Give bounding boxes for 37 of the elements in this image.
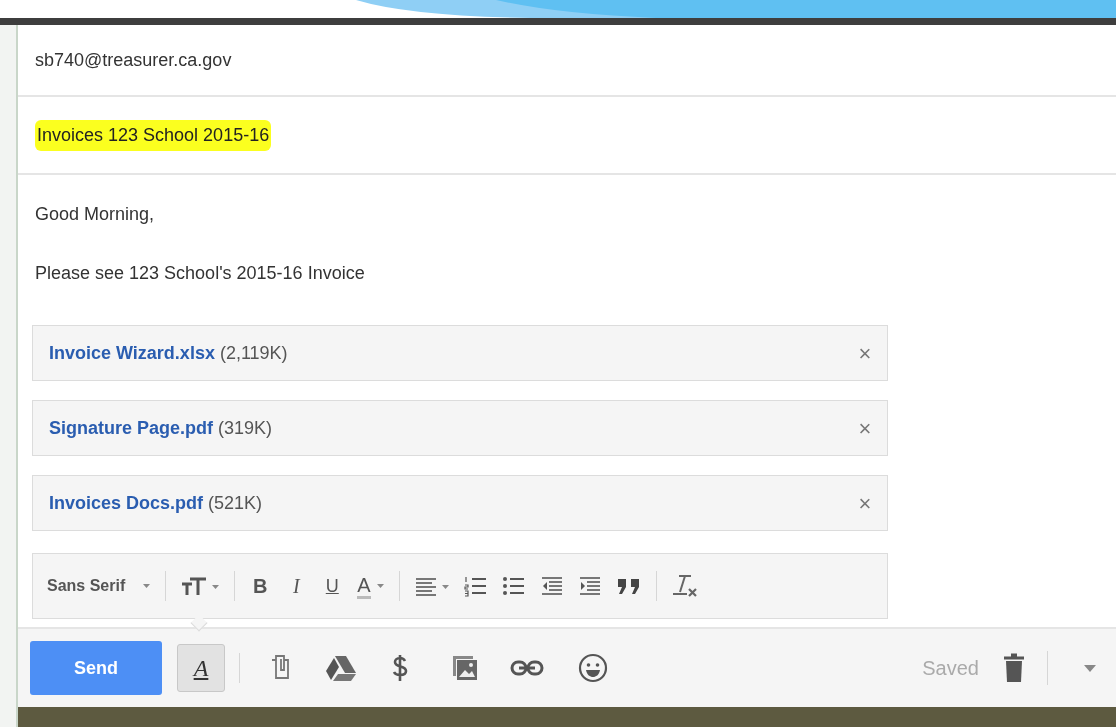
- italic-button[interactable]: I: [285, 571, 308, 601]
- bulleted-list-icon[interactable]: [501, 575, 526, 597]
- remove-button[interactable]: ×: [853, 411, 877, 445]
- indent-icon[interactable]: [577, 576, 602, 596]
- attachment-link[interactable]: Signature Page.pdf: [49, 414, 214, 442]
- body-text: Good Morning,: [35, 203, 156, 226]
- file-size: (319K): [218, 416, 273, 440]
- body-text: Please see 123 School's 2015-16 Invoice: [35, 262, 366, 285]
- remove-button[interactable]: ×: [853, 336, 877, 370]
- quote-icon[interactable]: [615, 577, 642, 595]
- numbered-list-icon[interactable]: [463, 575, 488, 597]
- triangle-logo-icon[interactable]: [325, 655, 357, 681]
- caret-icon: [143, 583, 152, 589]
- text-color-button[interactable]: A: [357, 573, 371, 599]
- image-icon[interactable]: [452, 655, 478, 681]
- trash-icon[interactable]: [1003, 653, 1025, 683]
- recipient-field[interactable]: sb740@treasurer.ca.gov: [35, 46, 232, 74]
- file-size: (2,119K): [219, 341, 288, 365]
- subject-field[interactable]: Invoices 123 School 2015-16: [35, 119, 272, 151]
- attachment-link[interactable]: Invoice Wizard.xlsx: [49, 339, 215, 367]
- saved-status: Saved: [922, 656, 979, 681]
- font-dropdown[interactable]: Sans Serif: [47, 574, 152, 598]
- link-icon[interactable]: [510, 660, 544, 676]
- caret-icon[interactable]: [376, 583, 385, 589]
- align-icon[interactable]: [413, 576, 450, 596]
- smiley-icon[interactable]: [578, 653, 608, 683]
- text-size-icon[interactable]: [180, 575, 221, 597]
- outdent-icon[interactable]: [539, 576, 564, 596]
- bold-button[interactable]: B: [249, 571, 272, 601]
- file-size: (521K): [208, 491, 263, 515]
- remove-button[interactable]: ×: [853, 486, 877, 520]
- clear-formatting-icon[interactable]: [670, 573, 699, 599]
- formatting-toggle[interactable]: A: [177, 644, 225, 692]
- dollar-icon[interactable]: [390, 654, 410, 682]
- attachment-link[interactable]: Invoices Docs.pdf: [49, 489, 204, 517]
- caret-icon[interactable]: [1084, 664, 1096, 672]
- underline-button[interactable]: U: [321, 572, 344, 600]
